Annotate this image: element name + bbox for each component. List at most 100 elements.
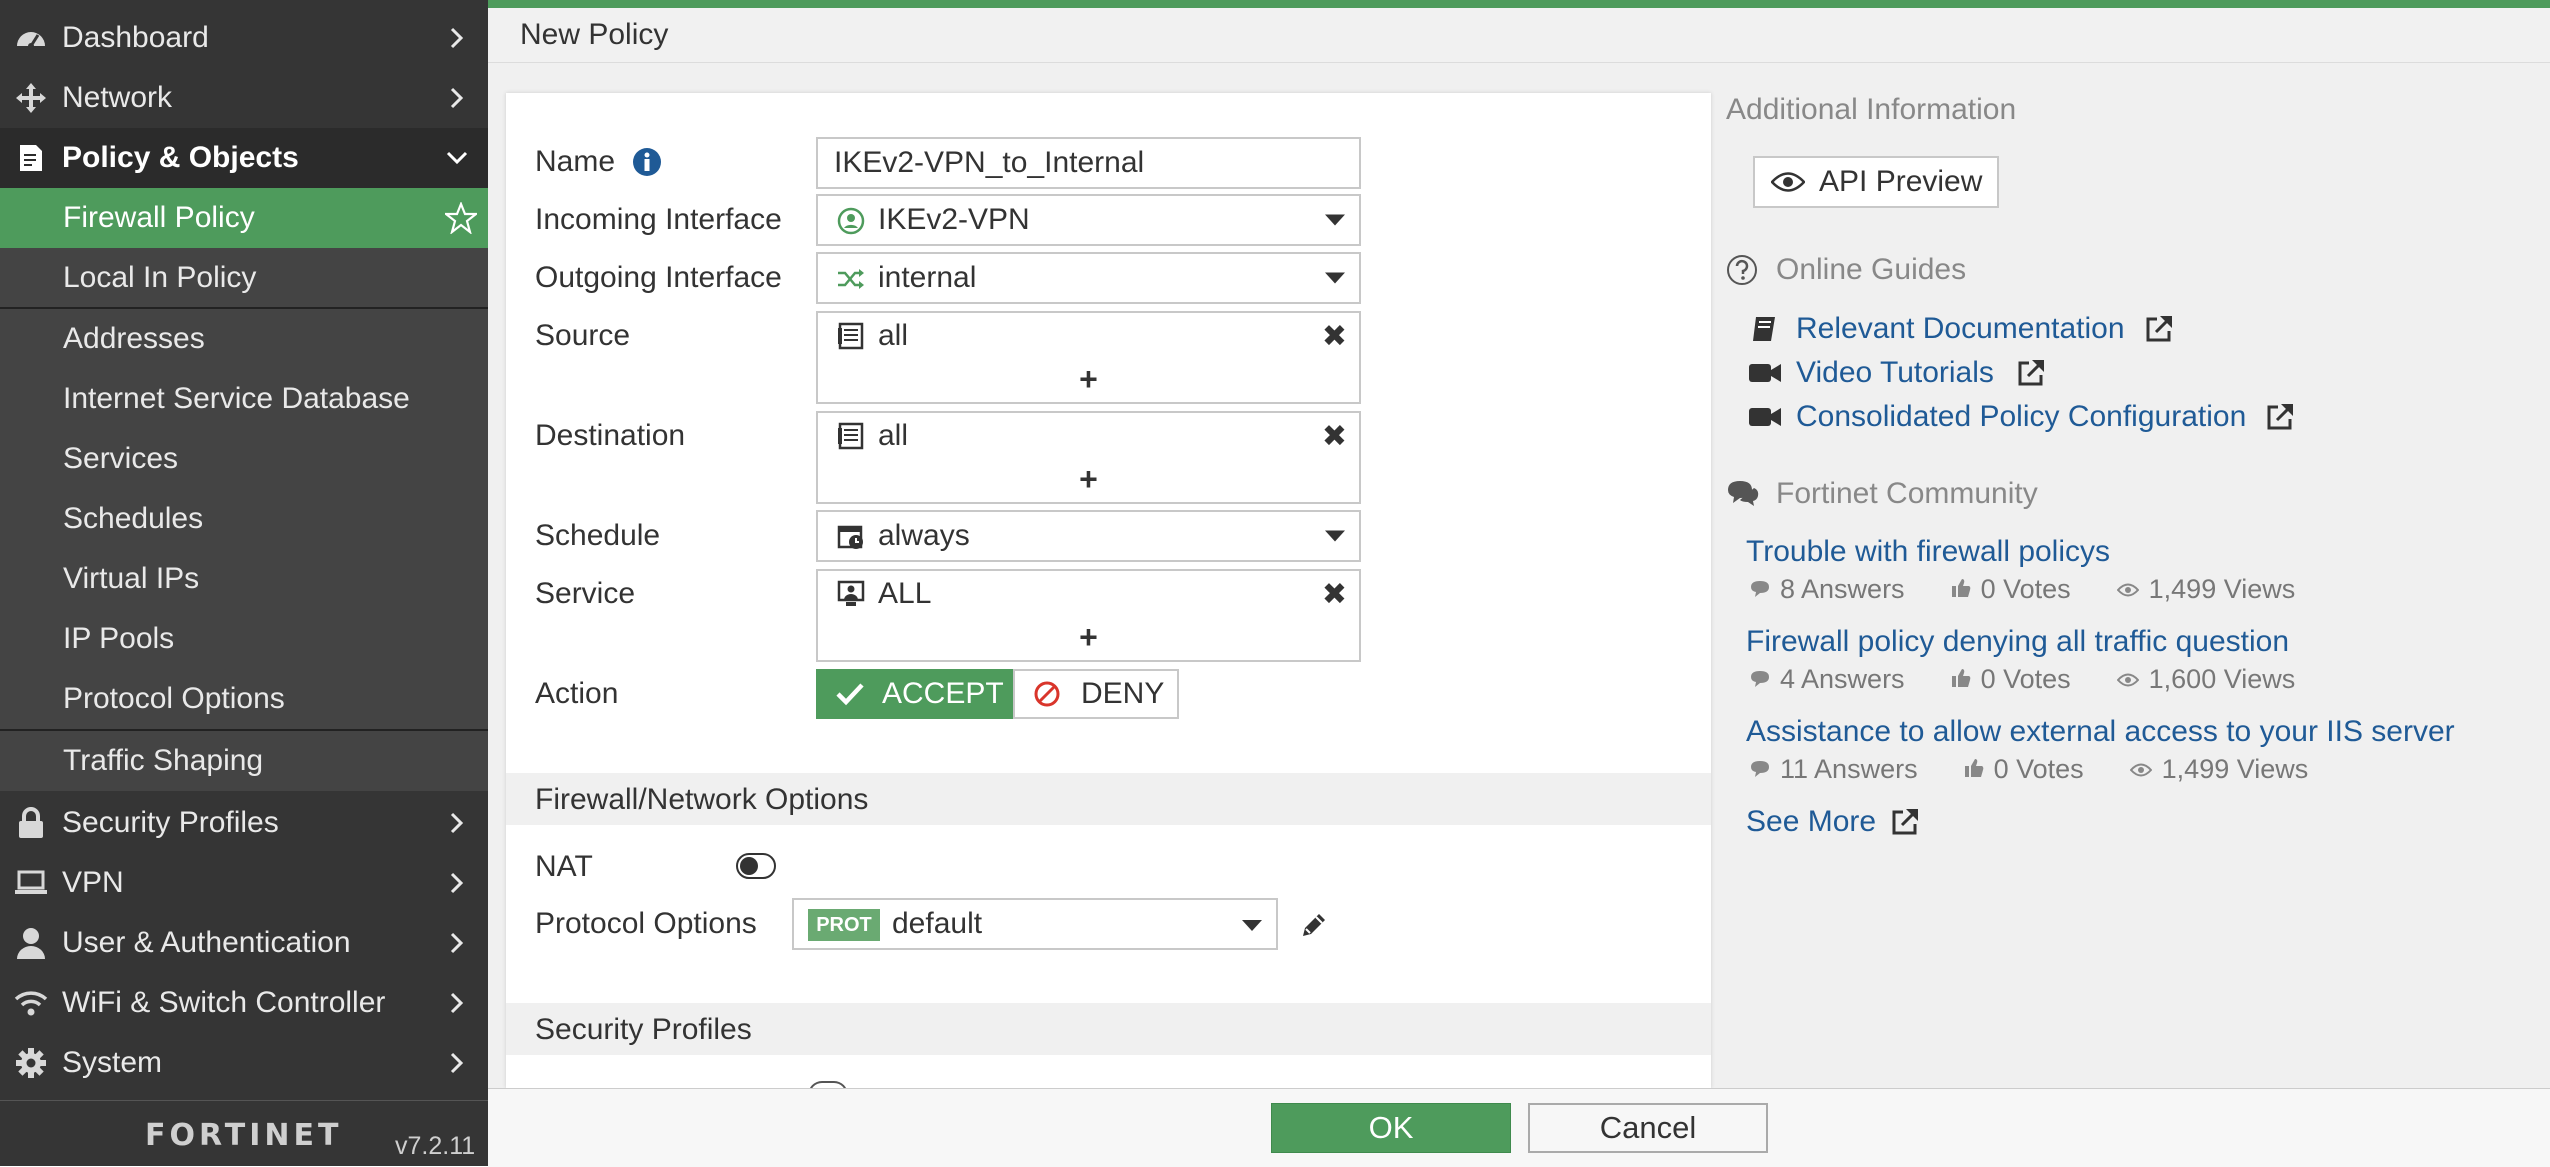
answers-count: 11 Answers bbox=[1780, 754, 1918, 784]
sidebar-item-protocol-options[interactable]: Protocol Options bbox=[0, 669, 488, 729]
deny-label: DENY bbox=[1081, 677, 1165, 710]
sidebar-item-services[interactable]: Services bbox=[0, 429, 488, 489]
protocol-options-select[interactable]: PROT default bbox=[792, 898, 1278, 950]
relevant-documentation-link[interactable]: Relevant Documentation bbox=[1796, 312, 2125, 346]
community-post-link[interactable]: Trouble with firewall policys bbox=[1746, 535, 2110, 569]
sidebar-item-label: Firewall Policy bbox=[63, 201, 255, 234]
name-input-value: IKEv2-VPN_to_Internal bbox=[834, 146, 1145, 179]
sidebar-item-system[interactable]: System bbox=[0, 1033, 488, 1093]
chevron-down-icon bbox=[444, 145, 470, 171]
sidebar-item-firewall-policy[interactable]: Firewall Policy bbox=[0, 188, 488, 248]
service-icon bbox=[836, 579, 866, 609]
remove-icon[interactable]: ✖ bbox=[1322, 319, 1347, 354]
address-icon bbox=[836, 421, 866, 451]
add-destination-button[interactable]: + bbox=[818, 461, 1359, 498]
fortinet-logo: FORTINET bbox=[145, 1118, 343, 1153]
chevron-right-icon bbox=[444, 870, 470, 896]
service-field[interactable]: ALL ✖ + bbox=[816, 569, 1361, 662]
ok-button[interactable]: OK bbox=[1271, 1103, 1511, 1153]
name-input[interactable]: IKEv2-VPN_to_Internal bbox=[816, 137, 1361, 189]
sidebar-item-label: IP Pools bbox=[63, 622, 175, 655]
schedule-select[interactable]: always bbox=[816, 510, 1361, 562]
version-label: v7.2.11 bbox=[395, 1132, 476, 1160]
star-icon[interactable] bbox=[444, 201, 478, 235]
source-field[interactable]: all ✖ + bbox=[816, 311, 1361, 404]
add-source-button[interactable]: + bbox=[818, 361, 1359, 398]
protocol-options-label: Protocol Options bbox=[535, 907, 757, 940]
laptop-icon bbox=[12, 864, 50, 902]
sidebar-item-virtual-ips[interactable]: Virtual IPs bbox=[0, 549, 488, 609]
answers-count: 8 Answers bbox=[1780, 574, 1905, 604]
sidebar-item-label: System bbox=[62, 1046, 163, 1079]
dropdown-arrow-icon bbox=[1325, 272, 1345, 284]
firewall-network-options-header: Firewall/Network Options bbox=[506, 773, 1711, 825]
sidebar-item-dashboard[interactable]: Dashboard bbox=[0, 8, 488, 68]
sidebar-item-wifi-switch-controller[interactable]: WiFi & Switch Controller bbox=[0, 973, 488, 1033]
see-more-link[interactable]: See More bbox=[1746, 805, 1876, 839]
schedule-label: Schedule bbox=[535, 519, 661, 552]
deny-button[interactable]: DENY bbox=[1013, 669, 1179, 719]
chevron-right-icon bbox=[444, 85, 470, 111]
external-link-icon[interactable] bbox=[2265, 402, 2295, 437]
book-icon bbox=[1750, 315, 1778, 348]
outgoing-interface-select[interactable]: internal bbox=[816, 252, 1361, 304]
sidebar-item-schedules[interactable]: Schedules bbox=[0, 489, 488, 549]
address-icon bbox=[836, 321, 866, 351]
eye-icon bbox=[2129, 754, 2153, 785]
add-service-button[interactable]: + bbox=[818, 619, 1359, 656]
destination-label: Destination bbox=[535, 419, 686, 452]
incoming-interface-select[interactable]: IKEv2-VPN bbox=[816, 194, 1361, 246]
sidebar-item-local-in-policy[interactable]: Local In Policy bbox=[0, 248, 488, 308]
info-icon[interactable] bbox=[632, 147, 662, 182]
external-link-icon[interactable] bbox=[2144, 314, 2174, 349]
external-link-icon[interactable] bbox=[1890, 807, 1920, 842]
api-preview-button[interactable]: API Preview bbox=[1753, 156, 1999, 208]
sidebar-item-vpn[interactable]: VPN bbox=[0, 853, 488, 913]
sidebar-item-label: Traffic Shaping bbox=[63, 744, 264, 777]
views-count: 1,600 Views bbox=[2148, 664, 2296, 694]
sidebar-item-user-authentication[interactable]: User & Authentication bbox=[0, 913, 488, 973]
external-link-icon[interactable] bbox=[2016, 358, 2046, 393]
sidebar-item-traffic-shaping[interactable]: Traffic Shaping bbox=[0, 731, 488, 791]
community-post-link[interactable]: Firewall policy denying all traffic ques… bbox=[1746, 625, 2289, 659]
sidebar-item-label: Network bbox=[62, 81, 173, 114]
destination-field[interactable]: all ✖ + bbox=[816, 411, 1361, 504]
protocol-options-value: default bbox=[892, 907, 983, 940]
action-label: Action bbox=[535, 677, 619, 710]
nat-toggle[interactable] bbox=[736, 853, 776, 879]
edit-pencil-icon[interactable] bbox=[1299, 910, 1329, 945]
sidebar-item-network[interactable]: Network bbox=[0, 68, 488, 128]
destination-value: all bbox=[878, 419, 909, 452]
divider bbox=[0, 1100, 488, 1101]
dropdown-arrow-icon bbox=[1325, 530, 1345, 542]
sidebar-item-label: User & Authentication bbox=[62, 926, 351, 959]
dialog-footer bbox=[488, 1088, 2550, 1167]
chevron-right-icon bbox=[444, 810, 470, 836]
community-post-link[interactable]: Assistance to allow external access to y… bbox=[1746, 715, 2455, 749]
shuffle-icon bbox=[836, 264, 866, 294]
check-icon bbox=[836, 682, 864, 706]
comment-icon bbox=[1750, 754, 1770, 785]
service-value: ALL bbox=[878, 577, 932, 610]
video-icon bbox=[1748, 361, 1782, 390]
video-tutorials-link[interactable]: Video Tutorials bbox=[1796, 356, 1994, 390]
sidebar-item-label: VPN bbox=[62, 866, 124, 899]
consolidated-policy-configuration-link[interactable]: Consolidated Policy Configuration bbox=[1796, 400, 2246, 434]
sidebar-item-ip-pools[interactable]: IP Pools bbox=[0, 609, 488, 669]
chevron-right-icon bbox=[444, 990, 470, 1016]
eye-icon bbox=[2116, 664, 2139, 695]
sidebar-item-addresses[interactable]: Addresses bbox=[0, 309, 488, 369]
accept-button[interactable]: ACCEPT bbox=[816, 669, 1013, 719]
votes-count: 0 Votes bbox=[1993, 754, 2084, 784]
sidebar-item-policy-objects[interactable]: Policy & Objects bbox=[0, 128, 488, 188]
outgoing-interface-value: internal bbox=[878, 261, 977, 294]
sidebar-item-internet-service-database[interactable]: Internet Service Database bbox=[0, 369, 488, 429]
answers-count: 4 Answers bbox=[1780, 664, 1905, 694]
thumbs-up-icon bbox=[1951, 574, 1971, 605]
video-icon bbox=[1748, 405, 1782, 434]
cancel-button[interactable]: Cancel bbox=[1528, 1103, 1768, 1153]
api-preview-label: API Preview bbox=[1819, 165, 1983, 198]
remove-icon[interactable]: ✖ bbox=[1322, 419, 1347, 454]
remove-icon[interactable]: ✖ bbox=[1322, 577, 1347, 612]
sidebar-item-security-profiles[interactable]: Security Profiles bbox=[0, 793, 488, 853]
